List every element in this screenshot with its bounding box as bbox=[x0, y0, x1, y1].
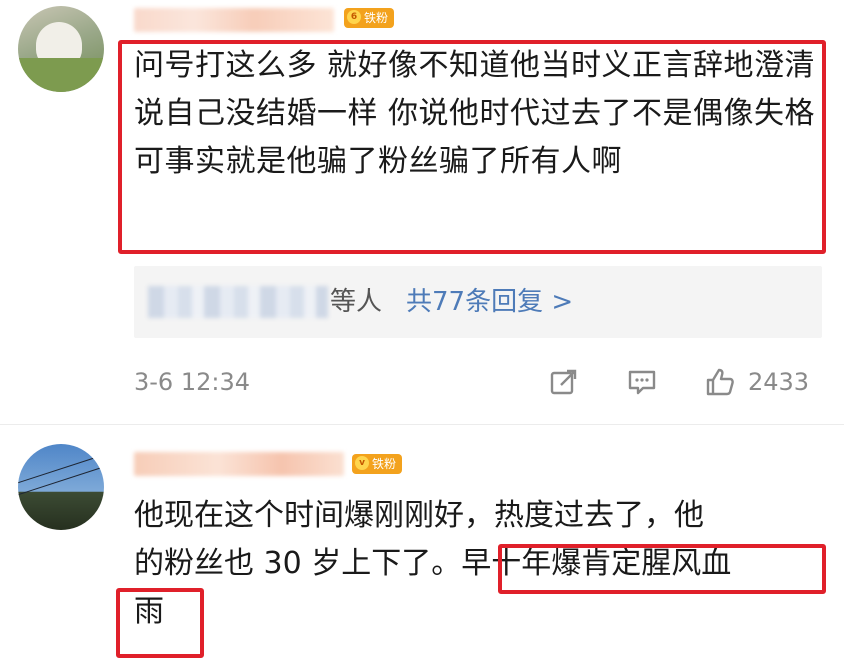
comment-meta: 3-6 12:34 2433 bbox=[134, 364, 824, 400]
comment-line: 他现在这个时间爆刚刚好，热度过去了，他 bbox=[134, 498, 704, 533]
highlight-box bbox=[118, 40, 826, 254]
avatar[interactable] bbox=[18, 444, 104, 530]
comment-line-highlight: 雨 bbox=[134, 594, 164, 629]
grass-image bbox=[18, 58, 104, 92]
replies-preview[interactable]: 等人 共77条回复 > bbox=[134, 266, 822, 338]
highlight-box bbox=[116, 588, 204, 658]
fan-badge: v 铁粉 bbox=[352, 454, 403, 474]
fan-badge-label: 铁粉 bbox=[372, 457, 397, 471]
fan-badge: 6 铁粉 bbox=[344, 8, 395, 28]
replies-count-link[interactable]: 共77条回复 > bbox=[406, 284, 573, 320]
username-blurred[interactable] bbox=[134, 452, 344, 476]
avatar[interactable] bbox=[18, 6, 104, 92]
replier-names-blurred bbox=[148, 286, 328, 318]
share-icon[interactable] bbox=[548, 366, 580, 398]
comment-time: 3-6 12:34 bbox=[134, 368, 250, 396]
username-blurred[interactable] bbox=[134, 8, 334, 32]
highlight-box bbox=[498, 544, 826, 594]
like-count: 2433 bbox=[748, 368, 810, 396]
fan-badge-label: 铁粉 bbox=[364, 11, 389, 25]
divider bbox=[0, 424, 844, 425]
comment-icon[interactable] bbox=[626, 366, 658, 398]
crown-icon: v bbox=[355, 456, 369, 470]
comment-line-part: 的粉丝也 30 岁上下了。 bbox=[134, 546, 462, 581]
like-icon[interactable] bbox=[704, 366, 736, 398]
replies-suffix: 等人 bbox=[330, 287, 383, 317]
crown-icon: 6 bbox=[347, 10, 361, 24]
